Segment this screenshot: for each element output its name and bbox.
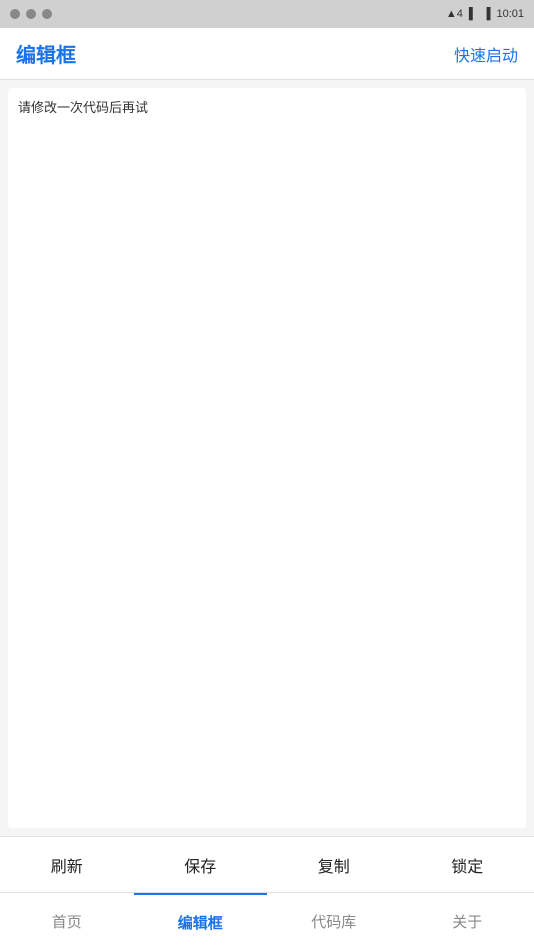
- nav-item-about[interactable]: 关于: [401, 893, 534, 950]
- status-dot-1: [10, 9, 20, 19]
- refresh-button[interactable]: 刷新: [0, 837, 134, 892]
- status-dot-3: [42, 9, 52, 19]
- quick-start-button[interactable]: 快速启动: [454, 42, 518, 66]
- copy-button[interactable]: 复制: [267, 837, 401, 892]
- lock-button[interactable]: 锁定: [401, 837, 534, 892]
- app-title: 编辑框: [16, 39, 76, 68]
- status-bar: ▲4 ▌ ▐ 10:01: [0, 0, 534, 28]
- nav-item-codelib[interactable]: 代码库: [267, 893, 401, 950]
- editor-content: 请修改一次代码后再试: [18, 98, 516, 118]
- status-bar-right: ▲4 ▌ ▐ 10:01: [446, 8, 524, 20]
- editor-container[interactable]: 请修改一次代码后再试: [8, 88, 526, 828]
- app-bar: 编辑框 快速启动: [0, 28, 534, 80]
- battery-icon: ▐: [483, 8, 491, 20]
- status-bar-left: [10, 9, 52, 19]
- nav-item-editor[interactable]: 编辑框: [134, 893, 268, 950]
- bottom-actions-bar: 刷新 保存 复制 锁定: [0, 836, 534, 892]
- nav-item-home[interactable]: 首页: [0, 893, 134, 950]
- signal-icon: ▌: [469, 8, 477, 20]
- wifi-icon: ▲4: [446, 8, 463, 20]
- save-button[interactable]: 保存: [134, 837, 268, 892]
- status-dot-2: [26, 9, 36, 19]
- time-display: 10:01: [496, 8, 524, 20]
- bottom-nav: 首页 编辑框 代码库 关于: [0, 892, 534, 950]
- main-content: 请修改一次代码后再试: [0, 80, 534, 836]
